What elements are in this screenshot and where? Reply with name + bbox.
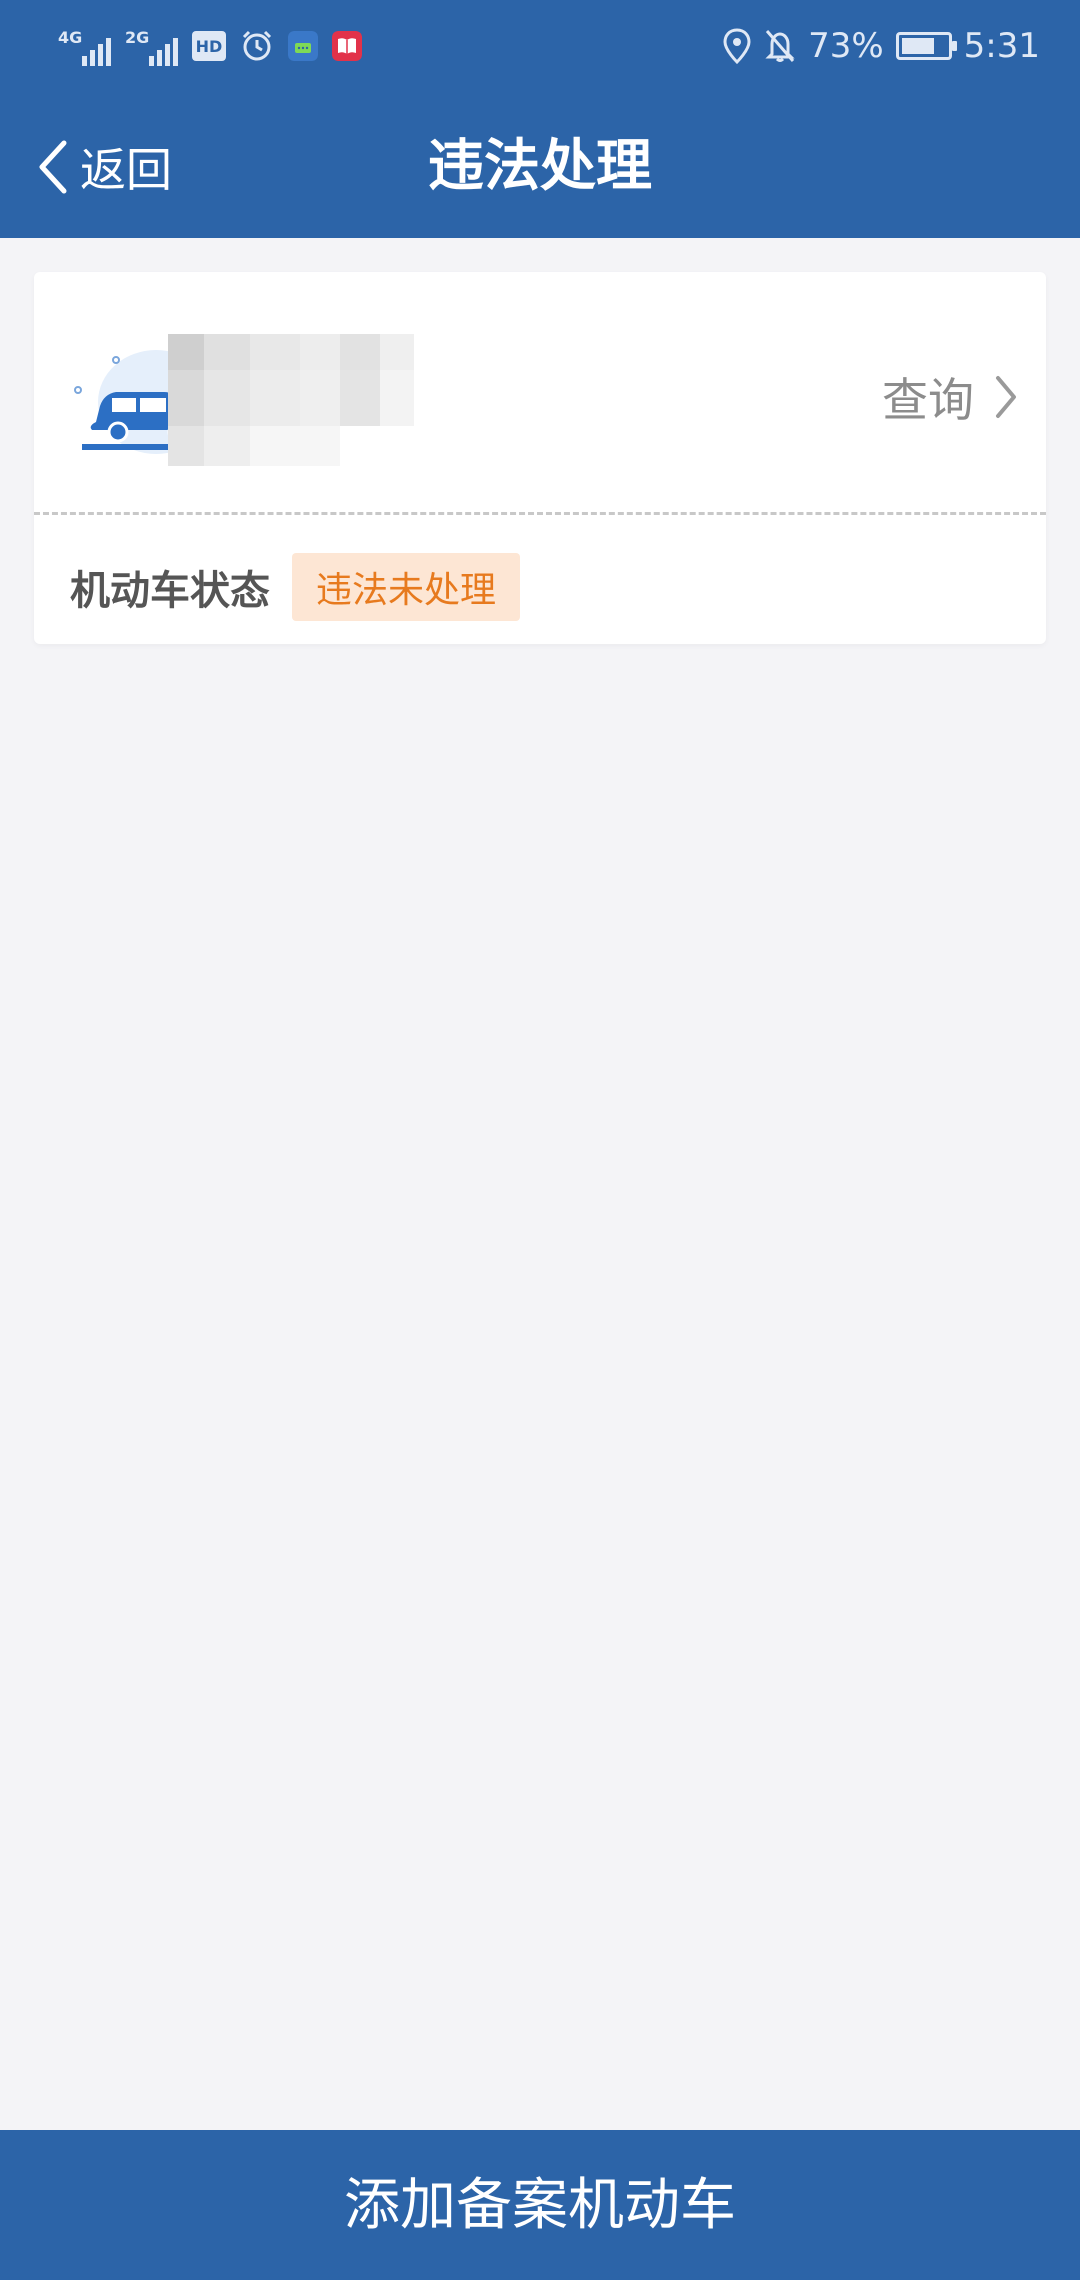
network-type-2: 2G (125, 28, 150, 47)
status-left: 4G 2G HD (58, 22, 362, 70)
app-header: 4G 2G HD 73% 5:31 返回 违法处理 (0, 0, 1080, 238)
status-badge: 违法未处理 (292, 553, 521, 621)
alarm-icon (242, 30, 272, 61)
battery-icon (895, 32, 957, 60)
status-right: 73% 5:31 (722, 22, 1040, 70)
location-icon (723, 28, 751, 64)
clock: 5:31 (963, 26, 1040, 66)
battery-percent: 73% (808, 26, 884, 66)
query-label: 查询 (882, 373, 974, 427)
book-app-icon (332, 31, 362, 61)
dashed-divider (34, 512, 1046, 515)
page-title: 违法处理 (428, 134, 652, 199)
nav-bar: 返回 违法处理 (0, 92, 1080, 238)
message-app-icon (288, 31, 318, 61)
status-bar: 4G 2G HD 73% 5:31 (0, 0, 1080, 92)
plate-number-redacted (164, 334, 464, 484)
vehicle-status-label: 机动车状态 (70, 568, 270, 614)
query-link[interactable]: 查询 (882, 362, 1018, 432)
bell-off-icon (765, 30, 795, 62)
chevron-right-icon (996, 376, 1016, 418)
network-type-1: 4G (58, 28, 83, 47)
hd-icon: HD (192, 31, 226, 61)
add-vehicle-button[interactable]: 添加备案机动车 (0, 2130, 1080, 2280)
vehicle-card[interactable]: 查询 机动车状态 违法未处理 (34, 272, 1046, 644)
vehicle-status-row: 机动车状态 违法未处理 (70, 552, 521, 622)
signal-icon: 2G (125, 26, 178, 66)
battery-level (901, 38, 934, 54)
signal-icon: 4G (58, 26, 111, 66)
